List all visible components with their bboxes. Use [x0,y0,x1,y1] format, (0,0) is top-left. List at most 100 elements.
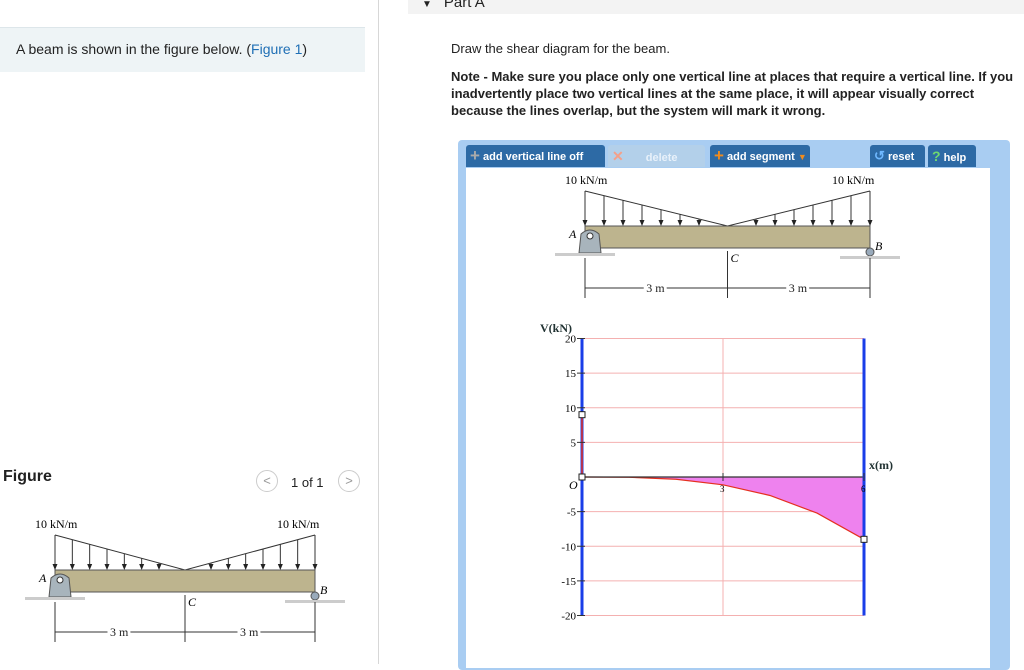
beam-figure-tool: 10 kN/m 10 kN/m A B C 3 m 3 m [555,173,900,298]
arrow-head [601,220,607,226]
part-title: Part A [443,0,485,11]
ground [555,253,615,256]
span-label: 3 m [110,625,129,639]
arrow-head [582,220,588,226]
arrow-head [639,220,645,226]
arrow-head [225,564,231,570]
prev-figure-button[interactable]: < [256,470,278,492]
intro-end: ) [302,41,308,57]
arrow-head [277,564,283,570]
load-label-right: 10 kN/m [832,173,875,187]
arrow-head [848,220,854,226]
label-b: B [875,239,883,253]
load-outline [54,534,316,571]
arrow-head [295,564,301,570]
add-vertical-line-button[interactable]: + add vertical line off [466,145,605,167]
column-divider [378,0,379,664]
y-axis-label: V(kN) [540,321,572,335]
ground [25,597,85,600]
collapse-triangle-icon: ▼ [422,0,432,10]
help-icon: ? [932,148,941,164]
y-tick-label: -20 [561,611,576,623]
y-tick-label: 5 [571,437,577,449]
dropdown-icon: ▼ [797,152,807,162]
arrow-head [52,564,58,570]
reset-icon: ↺ [874,148,885,163]
figure-link[interactable]: Figure 1 [251,41,302,57]
y-tick-label: -10 [561,541,576,553]
part-header [408,0,1024,14]
x-icon: ✕ [612,148,624,164]
beam-figure-left: 10 kN/m 10 kN/m A B C 3 m 3 m [25,517,345,642]
roller [310,591,320,601]
load-outline [584,190,871,227]
arrow-head [810,220,816,226]
arrow-head [791,220,797,226]
arrow-head [243,564,249,570]
label-b: B [320,583,328,597]
pin [56,576,64,584]
beam [584,225,871,249]
arrow-head [829,220,835,226]
intro-box: A beam is shown in the figure below. (Fi… [0,27,365,72]
arrow-head [208,564,214,570]
span-label: 3 m [240,625,259,639]
add-segment-button[interactable]: + add segment ▼ [710,145,810,167]
label: help [943,152,967,164]
load-label-right: 10 kN/m [277,517,320,531]
arrow-head [867,220,873,226]
figure-title: Figure [3,468,52,485]
label-c: C [731,251,740,265]
label: add vertical line off [483,151,584,163]
label: delete [645,152,678,164]
drag-handle[interactable] [578,473,586,481]
arrow-head [104,564,110,570]
arrow-head [156,564,162,570]
arrow-head [753,220,759,226]
next-figure-button[interactable]: > [338,470,360,492]
label-a: A [568,227,577,241]
arrow-head [139,564,145,570]
origin-label: O [569,478,578,492]
label: reset [887,151,915,163]
reset-button[interactable]: ↺ reset [870,145,925,167]
intro-text: A beam is shown in the figure below. ( [16,41,252,57]
arrow-head [260,564,266,570]
y-tick-label: 10 [565,403,577,415]
drag-handle[interactable] [578,411,586,419]
label: add segment [727,151,795,163]
x-axis-label: x(m) [869,458,893,472]
shear-diagram[interactable]: 20 15 10 5 -5 -10 -15 -20 3 6 O V(kN) x(m) [530,312,910,632]
span-label: 3 m [789,281,808,295]
arrow-head [620,220,626,226]
plus-icon: + [714,146,724,165]
delete-button[interactable]: ✕ delete [608,145,705,167]
arrow-head [312,564,318,570]
y-tick-label: 15 [565,368,577,380]
part-a-toggle[interactable]: ▼ Part A [422,0,485,11]
span-label: 3 m [646,281,665,295]
arrow-head [772,220,778,226]
label-c: C [188,595,197,609]
instruction: Draw the shear diagram for the beam. [451,41,670,56]
arrow-head [87,564,93,570]
arrow-head [696,220,702,226]
plus-icon: + [470,146,480,165]
y-tick-label: -5 [567,507,577,519]
arrow-head [69,564,75,570]
load-label-left: 10 kN/m [565,173,608,187]
drag-handle[interactable] [860,535,868,543]
beam [54,569,316,593]
help-button[interactable]: ? help [928,145,976,167]
y-tick-label: -15 [561,576,576,588]
x-tick-label: 3 [720,484,725,494]
roller [865,247,875,257]
label-a: A [38,571,47,585]
figure-pager: 1 of 1 [291,475,324,490]
x-tick-label: 6 [861,484,866,494]
arrow-head [121,564,127,570]
note: Note - Make sure you place only one vert… [451,69,1014,118]
y-tick-label: 20 [565,334,577,346]
arrow-head [677,220,683,226]
load-label-left: 10 kN/m [35,517,78,531]
